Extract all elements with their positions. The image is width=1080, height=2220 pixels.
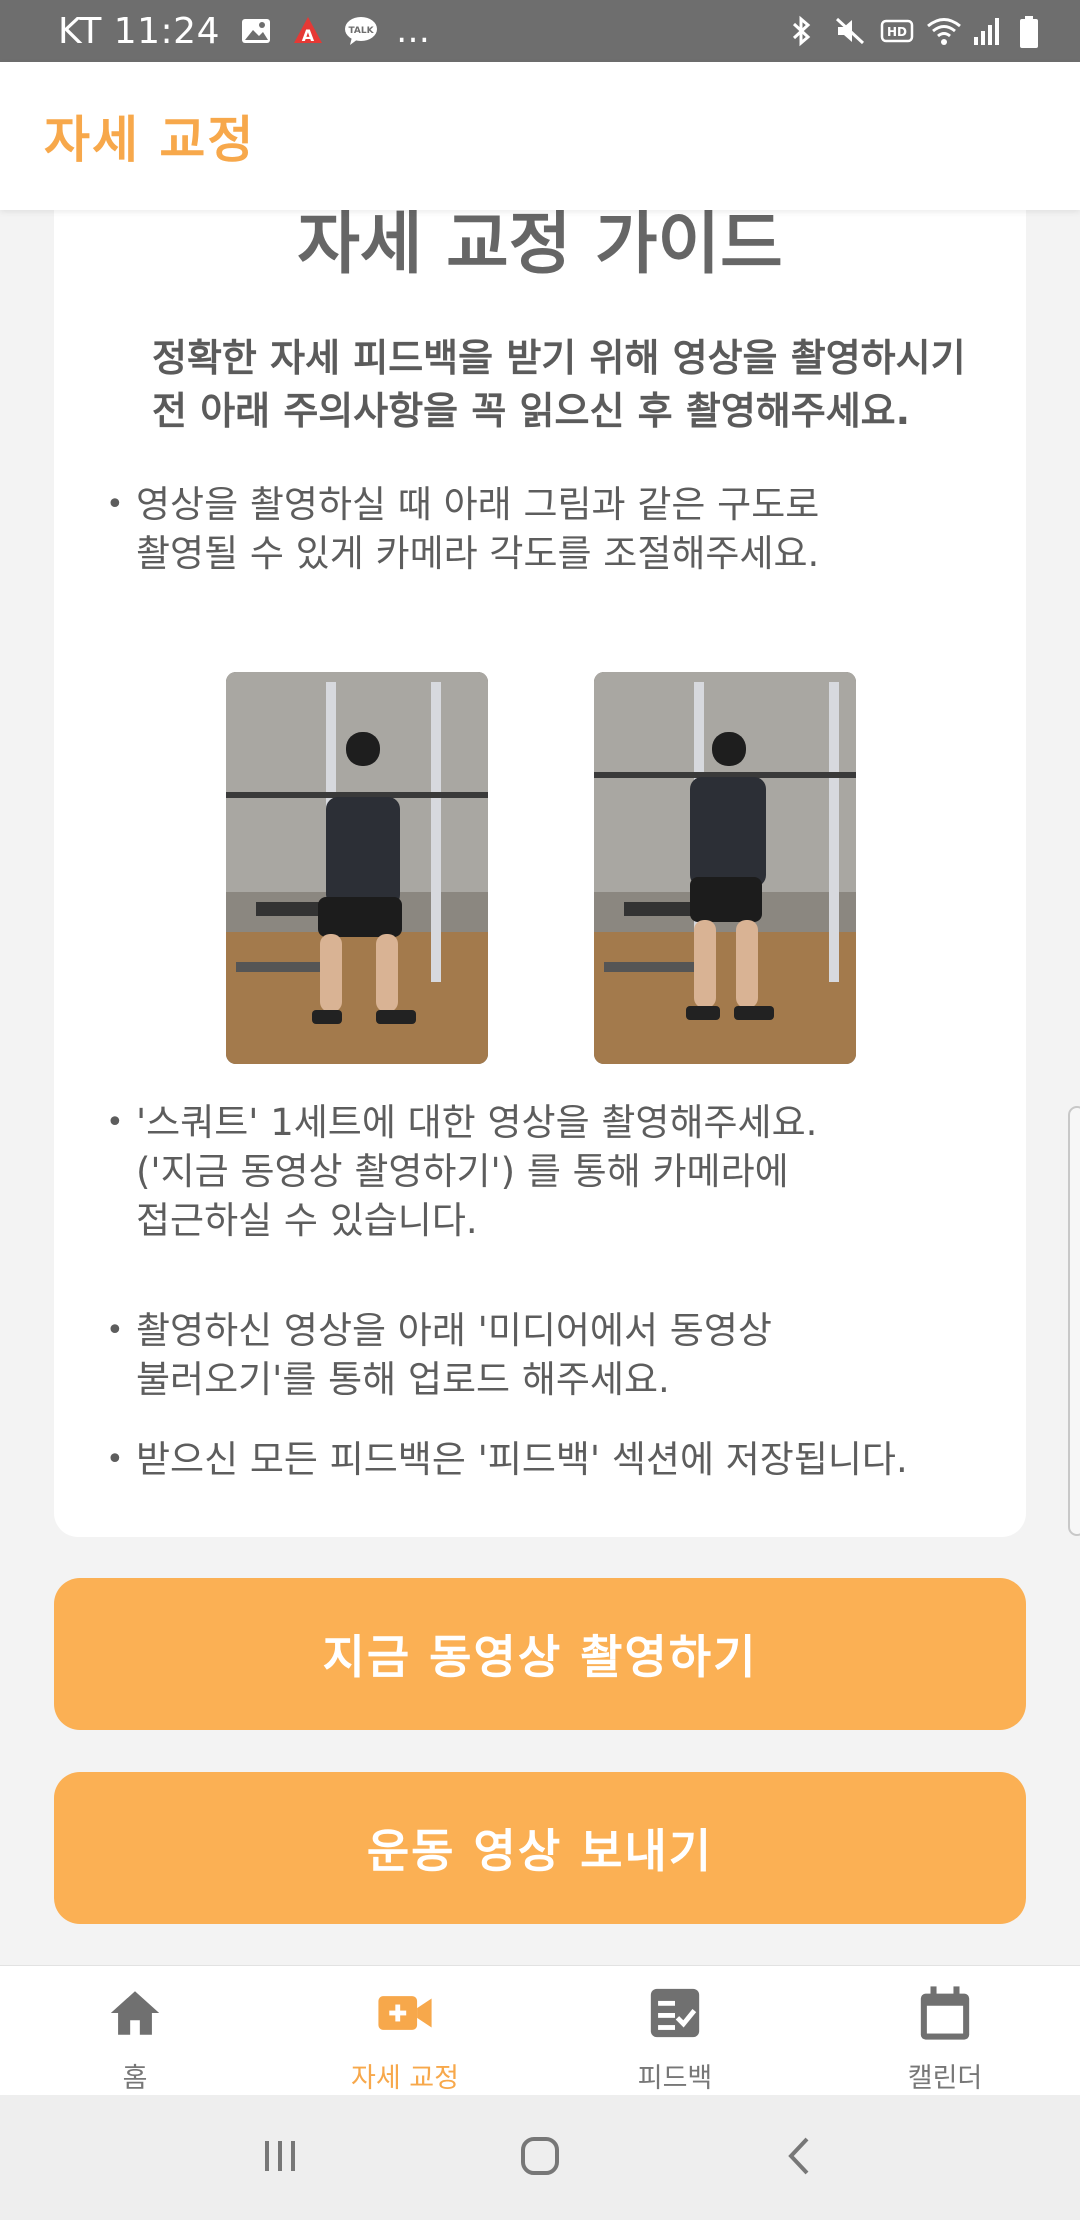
guide-bullet-feedback: • 받으신 모든 피드백은 '피드백' 섹션에 저장됩니다. (106, 1435, 986, 1484)
bullet-text: 영상을 촬영하실 때 아래 그림과 같은 구도로 촬영될 수 있게 카메라 각도… (136, 483, 820, 575)
video-add-icon (376, 1984, 434, 2046)
home-button[interactable] (515, 2131, 565, 2185)
recent-apps-button[interactable] (255, 2131, 305, 2185)
guide-intro: 정확한 자세 피드백을 받기 위해 영상을 촬영하시기 전 아래 주의사항을 꼭… (152, 336, 966, 433)
bottom-nav: 홈 자세 교정 피드백 캘린더 (0, 1965, 1080, 2095)
guide-bullet-angle: • 영상을 촬영하실 때 아래 그림과 같은 구도로 촬영될 수 있게 카메라 … (106, 480, 986, 578)
app-bar: 자세 교정 (0, 62, 1080, 210)
back-button[interactable] (775, 2131, 825, 2185)
example-photo-squat-down (226, 672, 488, 1064)
page-title: 자세 교정 (44, 111, 256, 169)
app-a-icon: A (292, 15, 324, 47)
nav-item-home[interactable]: 홈 (0, 1966, 270, 2095)
bullet-dot: • (106, 1105, 124, 1140)
bullet-text: '스쿼트' 1세트에 대한 영상을 촬영해주세요. ('지금 동영상 촬영하기'… (136, 1101, 818, 1242)
talk-icon: TALK (344, 15, 377, 47)
nav-item-feedback[interactable]: 피드백 (540, 1966, 810, 2095)
bullet-text: 촬영하신 영상을 아래 '미디어에서 동영상 불러오기'를 통해 업로드 해주세… (136, 1309, 772, 1401)
status-bar: KT 11:24 A TALK … HD (0, 0, 1080, 62)
guide-bullet-record: • '스쿼트' 1세트에 대한 영상을 촬영해주세요. ('지금 동영상 촬영하… (106, 1098, 986, 1245)
nav-label: 홈 (122, 2063, 148, 2094)
nav-label: 피드백 (637, 2063, 713, 2094)
guide-card: 자세 교정 가이드 정확한 자세 피드백을 받기 위해 영상을 촬영하시기 전 … (54, 210, 1026, 1537)
guide-title: 자세 교정 가이드 (297, 210, 783, 284)
bullet-text: 받으신 모든 피드백은 '피드백' 섹션에 저장됩니다. (136, 1438, 908, 1481)
record-video-button[interactable]: 지금 동영상 촬영하기 (54, 1578, 1026, 1730)
svg-text:TALK: TALK (348, 26, 374, 36)
system-nav-bar (0, 2095, 1080, 2220)
bullet-dot: • (106, 487, 124, 522)
nav-item-calendar[interactable]: 캘린더 (810, 1966, 1080, 2095)
signal-icon (972, 15, 1004, 47)
home-icon (106, 1984, 164, 2046)
hd-icon: HD (880, 15, 914, 47)
nav-label: 캘린더 (907, 2063, 983, 2094)
mute-icon (834, 15, 866, 47)
status-time: KT 11:24 (58, 10, 220, 52)
svg-text:HD: HD (887, 25, 907, 39)
nav-item-posture[interactable]: 자세 교정 (270, 1966, 540, 2095)
checklist-icon (646, 1984, 704, 2046)
scroll-content[interactable]: 자세 교정 가이드 정확한 자세 피드백을 받기 위해 영상을 촬영하시기 전 … (0, 210, 1080, 1965)
battery-icon (1018, 15, 1050, 48)
wifi-icon (926, 15, 961, 47)
send-video-button[interactable]: 운동 영상 보내기 (54, 1772, 1026, 1924)
more-notifications-icon: … (396, 11, 430, 51)
svg-text:A: A (302, 26, 315, 45)
calendar-icon (916, 1984, 974, 2046)
bluetooth-icon (788, 15, 820, 47)
scroll-handle[interactable] (1068, 1106, 1080, 1536)
gallery-icon (240, 15, 272, 47)
bullet-dot: • (106, 1442, 124, 1477)
bullet-dot: • (106, 1313, 124, 1348)
guide-bullet-upload: • 촬영하신 영상을 아래 '미디어에서 동영상 불러오기'를 통해 업로드 해… (106, 1306, 986, 1404)
example-photo-squat-stand (594, 672, 856, 1064)
nav-label: 자세 교정 (351, 2063, 459, 2094)
